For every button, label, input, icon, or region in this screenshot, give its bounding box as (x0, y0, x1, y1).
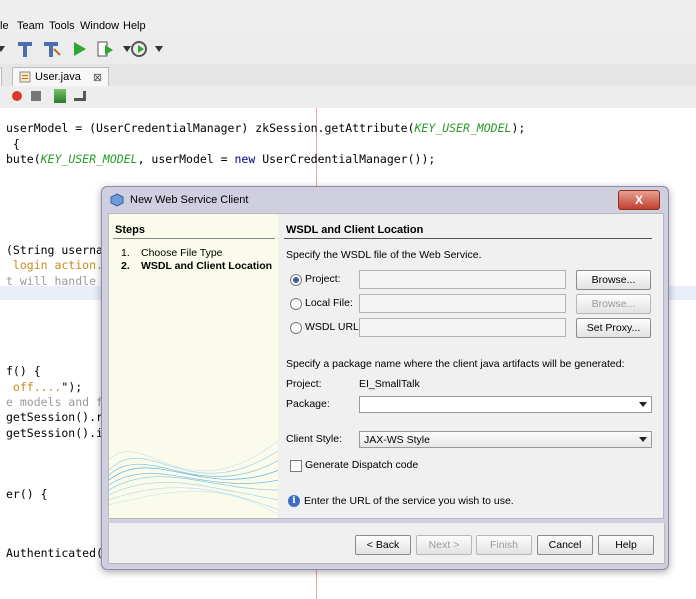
project-radio[interactable] (290, 274, 302, 286)
browse-project-button[interactable]: Browse... (576, 270, 651, 290)
project-info-value: EI_SmallTalk (359, 378, 420, 390)
steps-heading: Steps (115, 224, 145, 236)
decorative-wave-graphic (109, 439, 279, 516)
netbeans-icon (110, 193, 124, 207)
code-line: userModel = (UserCredentialManager) zkSe… (6, 121, 526, 135)
main-toolbar (0, 34, 696, 65)
new-web-service-client-dialog: New Web Service Client X Steps 1. Choose… (101, 186, 669, 570)
package-label: Package: (286, 398, 330, 410)
dialog-titlebar[interactable]: New Web Service Client (102, 187, 668, 213)
code-line: getSession().re (6, 410, 110, 424)
step-wsdl-and-client-location: WSDL and Client Location (141, 260, 273, 272)
editor-toolbar (0, 86, 696, 109)
section-title: WSDL and Client Location (286, 224, 424, 236)
java-file-icon (19, 71, 31, 83)
menu-bar: le Team Tools Window Help (0, 0, 696, 34)
code-line: { (6, 137, 20, 151)
client-style-select[interactable]: JAX-WS Style (359, 431, 652, 448)
dialog-title: New Web Service Client (130, 194, 249, 206)
tab-user-java[interactable]: User.java ⊠ (12, 67, 110, 86)
project-label: Project: (305, 273, 341, 285)
code-line: getSession().in (6, 426, 110, 440)
menu-team[interactable]: Team (17, 20, 44, 32)
steps-panel: Steps 1. Choose File Type 2. WSDL and Cl… (108, 213, 280, 519)
close-dialog-button[interactable]: X (618, 190, 660, 210)
package-spec-text: Specify a package name where the client … (286, 358, 625, 370)
step-choose-file-type: Choose File Type (141, 247, 223, 259)
menu-help[interactable]: Help (123, 20, 146, 32)
local-file-label: Local File: (305, 297, 353, 309)
help-button[interactable]: Help (598, 535, 654, 555)
close-icon[interactable]: ⊠ (93, 71, 102, 84)
step-number: 1. (121, 247, 130, 259)
back-button[interactable]: < Back (355, 535, 411, 555)
local-file-field[interactable] (359, 294, 566, 313)
code-line: f() { (6, 364, 41, 378)
menu-tools[interactable]: Tools (49, 20, 75, 32)
square-icon[interactable] (31, 91, 41, 101)
step-number: 2. (121, 260, 130, 272)
browse-local-file-button[interactable]: Browse... (576, 294, 651, 314)
code-line: Authenticated() (6, 546, 110, 560)
divider (113, 238, 275, 239)
code-line: off...."); (6, 380, 83, 394)
project-field[interactable] (359, 270, 566, 289)
tab-label: User.java (35, 71, 81, 83)
wsdl-url-label: WSDL URL: (305, 321, 362, 333)
chevron-down-icon (639, 402, 647, 407)
clean-build-icon[interactable] (40, 38, 62, 60)
next-button[interactable]: Next > (416, 535, 472, 555)
info-icon: i (288, 495, 300, 507)
code-line: login action. (6, 258, 103, 272)
editor-tab-bar: User.java ⊠ (0, 64, 696, 87)
info-message: Enter the URL of the service you wish to… (304, 495, 514, 507)
client-style-label: Client Style: (286, 433, 343, 445)
content-panel: WSDL and Client Location Specify the WSD… (278, 213, 664, 519)
menu-file[interactable]: le (0, 20, 9, 32)
code-line: t will handle t (6, 274, 110, 288)
stop-icon[interactable] (12, 91, 22, 101)
divider (284, 238, 652, 239)
hammer-icon[interactable] (14, 38, 36, 60)
code-line: e models and fo (6, 395, 110, 409)
code-line: (String usernar (6, 243, 110, 257)
code-line: er() { (6, 487, 48, 501)
generate-dispatch-checkbox[interactable] (290, 460, 302, 472)
tab-partial[interactable] (0, 67, 2, 86)
dropdown-arrow-icon[interactable] (148, 38, 170, 60)
profile-icon[interactable] (128, 38, 150, 60)
debug-icon[interactable] (94, 38, 116, 60)
diff-icon[interactable] (74, 91, 86, 101)
local-file-radio[interactable] (290, 298, 302, 310)
project-info-label: Project: (286, 378, 322, 390)
wsdl-spec-text: Specify the WSDL file of the Web Service… (286, 249, 482, 261)
wsdl-url-field[interactable] (359, 318, 566, 337)
menu-window[interactable]: Window (80, 20, 119, 32)
macro-icon[interactable] (54, 89, 66, 103)
wsdl-url-radio[interactable] (290, 322, 302, 334)
code-line: bute(KEY_USER_MODEL, userModel = new Use… (6, 152, 436, 166)
dropdown-arrow-icon[interactable] (0, 38, 12, 60)
dialog-footer: < Back Next > Finish Cancel Help (108, 523, 665, 564)
package-combo[interactable] (359, 396, 652, 413)
set-proxy-button[interactable]: Set Proxy... (576, 318, 651, 338)
client-style-value: JAX-WS Style (364, 433, 430, 446)
chevron-down-icon (639, 437, 647, 442)
run-icon[interactable] (68, 38, 90, 60)
cancel-button[interactable]: Cancel (537, 535, 593, 555)
generate-dispatch-label: Generate Dispatch code (305, 459, 419, 471)
finish-button[interactable]: Finish (476, 535, 532, 555)
